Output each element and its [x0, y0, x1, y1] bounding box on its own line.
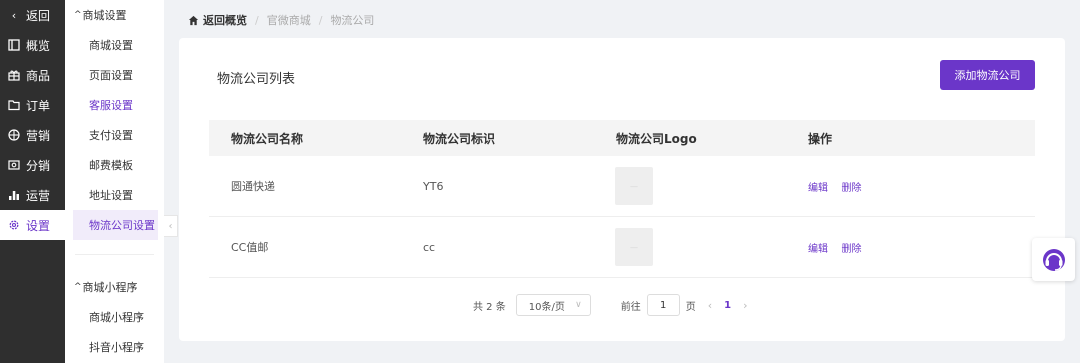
submenu-divider	[75, 254, 154, 255]
breadcrumb-separator: /	[255, 13, 259, 27]
nav-item-label: 订单	[26, 98, 51, 113]
add-logistics-button[interactable]: 添加物流公司	[940, 60, 1035, 90]
wallet-icon	[7, 158, 21, 172]
nav-back-label: 返回	[26, 8, 51, 23]
nav-item-label: 概览	[26, 38, 51, 53]
delete-button[interactable]: 删除	[842, 244, 862, 255]
nav-back[interactable]: ‹ 返回	[0, 0, 65, 30]
nav-item-label: 营销	[26, 128, 51, 143]
table-header: 物流公司名称 物流公司标识 物流公司Logo 操作	[209, 120, 1035, 156]
page-jump-input[interactable]: 1	[646, 294, 680, 316]
submenu-item-shipping-template[interactable]: 邮费模板	[65, 150, 164, 180]
cell-actions: 编辑 删除	[801, 240, 1035, 255]
logistics-card: 物流公司列表 添加物流公司 物流公司名称 物流公司标识 物流公司Logo 操作 …	[179, 38, 1065, 341]
submenu-item-payment-settings[interactable]: 支付设置	[65, 120, 164, 150]
submenu-group-label: 商城小程序	[82, 281, 138, 294]
gear-icon	[7, 218, 21, 232]
cell-logo: —	[594, 167, 801, 205]
page-number-current[interactable]: 1	[724, 300, 731, 311]
table-row: 圆通快递 YT6 — 编辑 删除	[209, 156, 1035, 217]
submenu-group-mini-program[interactable]: ^ 商城小程序	[65, 272, 164, 302]
customer-service-button[interactable]	[1032, 238, 1075, 281]
prev-page-button[interactable]: ‹	[708, 299, 712, 312]
goto-label: 前往	[620, 301, 641, 313]
nav-item-goods[interactable]: 商品	[0, 60, 65, 90]
headset-icon	[1042, 248, 1065, 271]
cell-code: cc	[423, 240, 436, 254]
page-size-select[interactable]: 10条/页 ∨	[515, 294, 591, 316]
compass-icon	[7, 128, 21, 142]
column-header-logo: 物流公司Logo	[616, 131, 697, 146]
sub-menu: ^ 商城设置 商城设置 页面设置 客服设置 支付设置 邮费模板 地址设置 物流公…	[65, 0, 164, 363]
column-header-code: 物流公司标识	[423, 131, 496, 146]
nav-item-overview[interactable]: 概览	[0, 30, 65, 60]
panel-icon	[7, 38, 21, 52]
chevron-left-icon: ‹	[11, 8, 17, 22]
delete-button[interactable]: 删除	[842, 183, 862, 194]
nav-item-marketing[interactable]: 营销	[0, 120, 65, 150]
next-page-button[interactable]: ›	[743, 299, 747, 312]
column-header-actions: 操作	[808, 131, 833, 146]
submenu-item-address-settings[interactable]: 地址设置	[65, 180, 164, 210]
breadcrumb-separator: /	[318, 13, 323, 27]
submenu-item-page-settings[interactable]: 页面设置	[65, 60, 164, 90]
folder-icon	[7, 98, 21, 112]
column-header-name: 物流公司名称	[231, 131, 304, 146]
page-size-value: 10条/页	[528, 301, 565, 313]
submenu-item-service-settings[interactable]: 客服设置	[65, 90, 164, 120]
submenu-item-logistics-settings[interactable]: 物流公司设置	[73, 210, 158, 240]
breadcrumb-home[interactable]: 返回概览	[188, 12, 247, 28]
cell-code: YT6	[423, 179, 444, 193]
home-icon	[188, 15, 199, 25]
nav-item-label: 商品	[26, 68, 51, 83]
bar-chart-icon	[7, 188, 21, 202]
breadcrumb-current: 物流公司	[330, 14, 375, 27]
submenu-group-shop-settings[interactable]: ^ 商城设置	[65, 0, 164, 30]
caret-up-icon: ^	[74, 282, 82, 292]
nav-item-distribution[interactable]: 分销	[0, 150, 65, 180]
page-title: 物流公司列表	[217, 72, 296, 87]
nav-item-label: 分销	[26, 158, 51, 173]
edit-button[interactable]: 编辑	[808, 244, 828, 255]
cell-logo: —	[594, 228, 801, 266]
logo-placeholder-image: —	[615, 228, 653, 266]
caret-up-icon: ^	[74, 10, 82, 20]
collapse-submenu-button[interactable]: ‹	[164, 215, 178, 237]
main-nav: ‹ 返回 概览 商品 订单 营销 分销 运营 设置	[0, 0, 65, 363]
edit-button[interactable]: 编辑	[808, 183, 828, 194]
table-row: CC值邮 cc — 编辑 删除	[209, 217, 1035, 278]
nav-item-label: 运营	[26, 188, 51, 203]
breadcrumb: 返回概览 / 官微商城 / 物流公司	[188, 12, 374, 28]
cell-actions: 编辑 删除	[801, 179, 1035, 194]
nav-item-settings[interactable]: 设置	[0, 210, 65, 240]
pagination-total: 共 2 条	[473, 301, 506, 313]
cell-name: 圆通快递	[231, 180, 275, 193]
page-unit-label: 页	[685, 301, 696, 313]
cell-name: CC值邮	[231, 241, 269, 254]
submenu-item-douyin-mini-program[interactable]: 抖音小程序	[65, 332, 164, 362]
chevron-down-icon: ∨	[575, 300, 582, 310]
submenu-group-label: 商城设置	[82, 9, 127, 22]
gift-icon	[7, 68, 21, 82]
breadcrumb-home-label: 返回概览	[203, 14, 247, 27]
chevron-left-icon: ‹	[168, 220, 173, 232]
nav-item-orders[interactable]: 订单	[0, 90, 65, 120]
pagination: 共 2 条 10条/页 ∨ 前往 1 页 ‹ 1 ›	[473, 294, 760, 316]
nav-item-label: 设置	[26, 218, 51, 233]
logistics-table: 物流公司名称 物流公司标识 物流公司Logo 操作 圆通快递 YT6 — 编辑 …	[209, 120, 1035, 278]
nav-item-operation[interactable]: 运营	[0, 180, 65, 210]
submenu-item-shop-mini-program[interactable]: 商城小程序	[65, 302, 164, 332]
submenu-item-shop-settings[interactable]: 商城设置	[65, 30, 164, 60]
logo-placeholder-image: —	[615, 167, 653, 205]
breadcrumb-shop[interactable]: 官微商城	[267, 12, 311, 28]
